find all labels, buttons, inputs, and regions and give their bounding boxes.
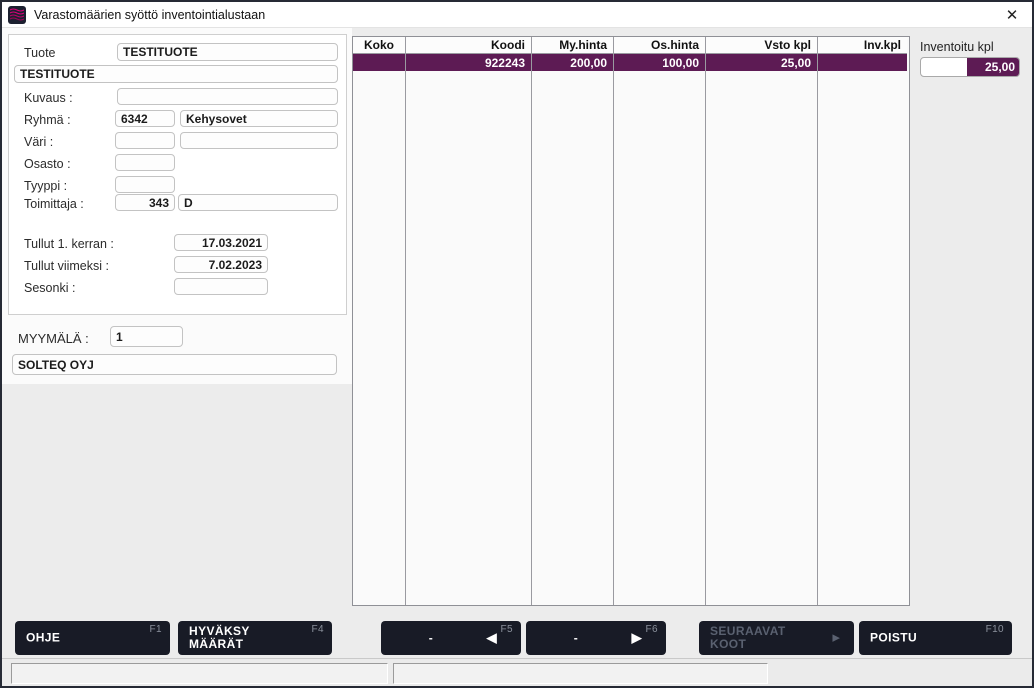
- sesonki-label: Sesonki :: [24, 281, 75, 295]
- column-header-myhinta: My.hinta: [532, 37, 613, 54]
- solteq-logo-icon: [8, 6, 26, 24]
- title-bar: Varastomäärien syöttö inventointialustaa…: [2, 2, 1032, 28]
- previous-fkey-label: F5: [501, 624, 513, 635]
- hyvaksy-line1: HYVÄKSY: [189, 624, 250, 638]
- selected-cell-myhinta[interactable]: 200,00: [532, 54, 613, 71]
- next-button-label: -: [526, 631, 626, 645]
- poistu-fkey-label: F10: [986, 624, 1004, 635]
- ohje-fkey-label: F1: [150, 624, 162, 635]
- column-header-koko: Koko: [353, 37, 405, 54]
- left-arrow-icon: ◀: [487, 630, 497, 646]
- toimittaja-label: Toimittaja :: [24, 197, 84, 211]
- table-column-oshinta: Os.hinta 100,00: [614, 37, 706, 605]
- hyvaksy-maarat-button[interactable]: HYVÄKSY MÄÄRÄT F4: [178, 621, 332, 655]
- seuraavat-line1: SEURAAVAT: [710, 624, 786, 638]
- previous-button-label: -: [381, 631, 481, 645]
- table-column-myhinta: My.hinta 200,00: [532, 37, 614, 605]
- column-header-koodi: Koodi: [406, 37, 531, 54]
- tyyppi-field[interactable]: [115, 176, 175, 193]
- myymala-field[interactable]: 1: [110, 326, 183, 347]
- selected-cell-koodi[interactable]: 922243: [406, 54, 531, 71]
- kuvaus-field[interactable]: [117, 88, 338, 105]
- close-icon[interactable]: ✕: [1002, 5, 1022, 25]
- tullut-viimeksi-label: Tullut viimeksi :: [24, 259, 109, 273]
- sesonki-field[interactable]: [174, 278, 268, 295]
- hyvaksy-fkey-label: F4: [312, 624, 324, 635]
- product-form-zone: Tuote TESTITUOTE TESTITUOTE Kuvaus : Ryh…: [2, 28, 352, 384]
- inventoitu-kpl-selected-text: 25,00: [967, 58, 1019, 76]
- tullut-ekakerta-field[interactable]: 17.03.2021: [174, 234, 268, 251]
- ryhma-name-field[interactable]: Kehysovet: [180, 110, 338, 127]
- hyvaksy-button-label: HYVÄKSY MÄÄRÄT: [189, 625, 250, 651]
- osasto-label: Osasto :: [24, 157, 71, 171]
- next-button[interactable]: - ▶ F6: [526, 621, 666, 655]
- inventoitu-kpl-input[interactable]: 25,00: [920, 57, 1020, 77]
- window-title: Varastomäärien syöttö inventointialustaa…: [34, 8, 265, 22]
- kuvaus-label: Kuvaus :: [24, 91, 73, 105]
- vari-label: Väri :: [24, 135, 53, 149]
- osasto-field[interactable]: [115, 154, 175, 171]
- hyvaksy-line2: MÄÄRÄT: [189, 637, 243, 651]
- inventoitu-kpl-label: Inventoitu kpl: [920, 40, 994, 54]
- store-name-field[interactable]: SOLTEQ OYJ: [12, 354, 337, 375]
- seuraavat-koot-label: SEURAAVAT KOOT: [710, 625, 786, 651]
- table-column-koko: Koko: [353, 37, 406, 605]
- tyyppi-label: Tyyppi :: [24, 179, 67, 193]
- selected-cell-oshinta[interactable]: 100,00: [614, 54, 705, 71]
- toimittaja-code-field[interactable]: 343: [115, 194, 175, 211]
- selected-cell-vstokpl[interactable]: 25,00: [706, 54, 817, 71]
- next-fkey-label: F6: [646, 624, 658, 635]
- selected-cell-koko[interactable]: [353, 54, 405, 71]
- app-window: Varastomäärien syöttö inventointialustaa…: [0, 0, 1034, 688]
- column-header-vstokpl: Vsto kpl: [706, 37, 817, 54]
- myymala-label: MYYMÄLÄ :: [18, 331, 89, 346]
- seuraavat-koot-button[interactable]: SEURAAVAT KOOT ▶: [699, 621, 854, 655]
- table-column-invkpl: Inv.kpl: [818, 37, 907, 605]
- tuote-label: Tuote: [24, 46, 56, 60]
- right-arrow-icon: ▶: [632, 630, 642, 646]
- ohje-button[interactable]: OHJE F1: [15, 621, 170, 655]
- ryhma-label: Ryhmä :: [24, 113, 71, 127]
- ohje-button-label: OHJE: [26, 632, 60, 645]
- inventory-table[interactable]: Koko Koodi 922243 My.hinta 200,00 Os.hin…: [352, 36, 910, 606]
- previous-button[interactable]: - ◀ F5: [381, 621, 521, 655]
- column-header-oshinta: Os.hinta: [614, 37, 705, 54]
- table-column-koodi: Koodi 922243: [406, 37, 532, 605]
- chevron-right-icon: ▶: [833, 633, 840, 644]
- ryhma-code-field[interactable]: 6342: [115, 110, 175, 127]
- poistu-button-label: POISTU: [870, 632, 917, 645]
- status-field-1: [11, 663, 388, 684]
- selected-cell-invkpl[interactable]: [818, 54, 907, 71]
- poistu-button[interactable]: POISTU F10: [859, 621, 1012, 655]
- tullut-viimeksi-field[interactable]: 7.02.2023: [174, 256, 268, 273]
- seuraavat-line2: KOOT: [710, 637, 746, 651]
- vari-code-field[interactable]: [115, 132, 175, 149]
- toimittaja-name-field[interactable]: D: [178, 194, 338, 211]
- tuote-field[interactable]: TESTITUOTE: [117, 43, 338, 61]
- status-bar: [2, 658, 1032, 686]
- vari-name-field[interactable]: [180, 132, 338, 149]
- table-column-vstokpl: Vsto kpl 25,00: [706, 37, 818, 605]
- column-header-invkpl: Inv.kpl: [818, 37, 907, 54]
- product-panel: Tuote TESTITUOTE TESTITUOTE Kuvaus : Ryh…: [8, 34, 347, 315]
- tullut-ekakerta-label: Tullut 1. kerran :: [24, 237, 114, 251]
- tuote-name-field[interactable]: TESTITUOTE: [14, 65, 338, 83]
- status-field-2: [393, 663, 768, 684]
